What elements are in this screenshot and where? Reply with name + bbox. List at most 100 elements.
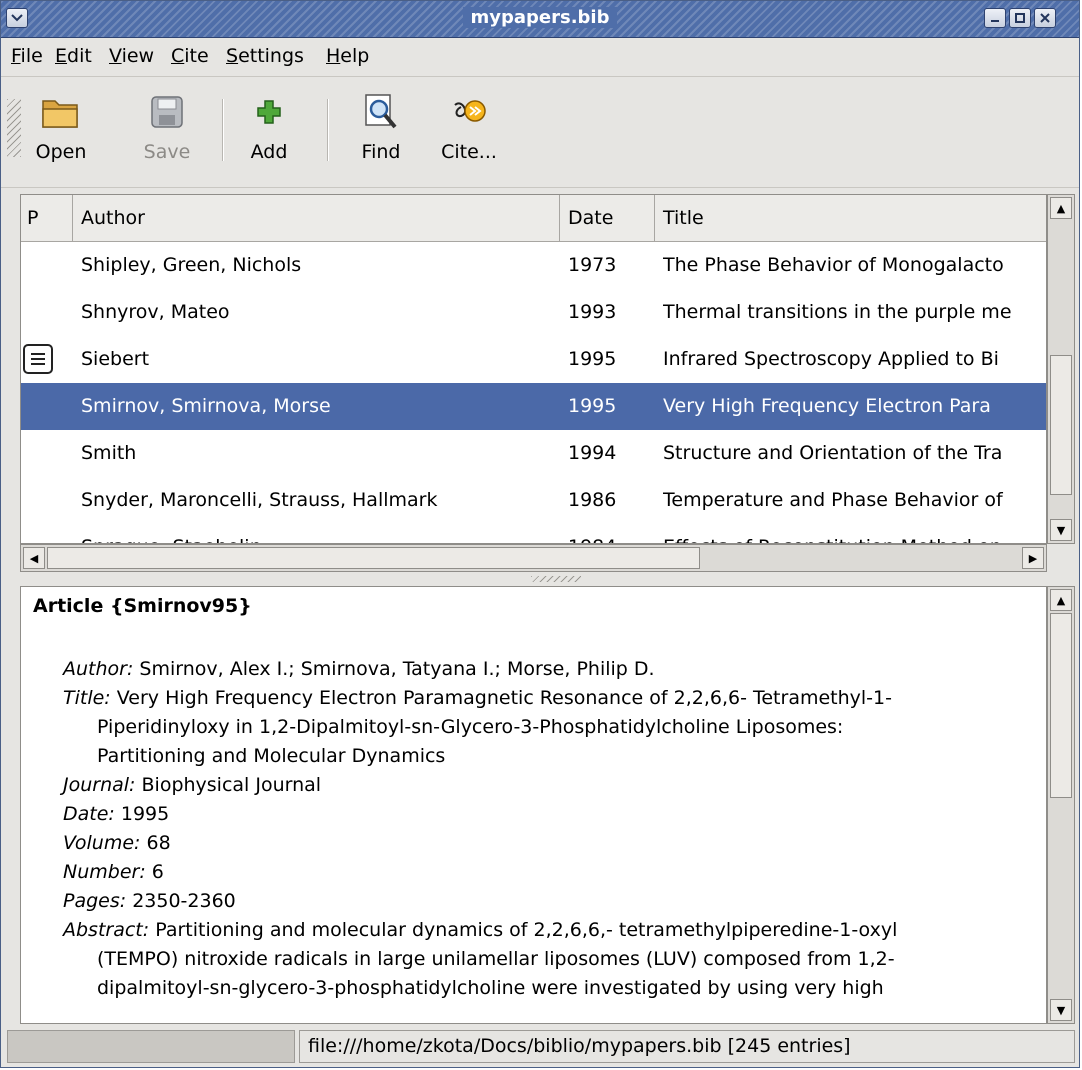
title-continuation: Partitioning and Molecular Dynamics [97, 745, 446, 767]
cite-label: Cite... [441, 141, 497, 163]
title-cell: Thermal transitions in the purple me [663, 301, 1012, 323]
scroll-down-button[interactable]: ▼ [1050, 519, 1072, 541]
author-cell: Shipley, Green, Nichols [81, 254, 302, 276]
floppy-disk-icon [151, 96, 183, 128]
table-row[interactable]: Smith 1994 Structure and Orientation of … [21, 430, 1046, 477]
arrow-up-icon: ▲ [1056, 593, 1066, 607]
pane-resize-handle[interactable] [531, 576, 581, 582]
status-bar-text: file:///home/zkota/Docs/biblio/mypapers.… [299, 1030, 1075, 1063]
scroll-right-button[interactable]: ▶ [1022, 547, 1044, 569]
date-cell: 1994 [568, 442, 617, 464]
status-progress-area [7, 1030, 295, 1063]
title-cell: Infrared Spectroscopy Applied to Bi [663, 348, 999, 370]
number-field: Number: 6 [63, 861, 164, 883]
title-cell: Structure and Orientation of the Tra [663, 442, 1003, 464]
menu-edit[interactable]: Edit [55, 45, 92, 67]
add-button[interactable]: Add [239, 89, 299, 163]
title-field: Title: Very High Frequency Electron Para… [63, 687, 892, 709]
chevron-down-icon [11, 14, 23, 22]
column-header-author[interactable]: Author [73, 195, 560, 242]
author-cell: Smith [81, 442, 137, 464]
scroll-up-button[interactable]: ▲ [1050, 589, 1072, 611]
menu-view[interactable]: View [109, 45, 154, 67]
arrow-down-icon: ▼ [1056, 1003, 1066, 1017]
date-cell: 1973 [568, 254, 617, 276]
scroll-down-button[interactable]: ▼ [1050, 999, 1072, 1021]
window-menu-button[interactable] [6, 8, 28, 28]
close-icon [1040, 13, 1050, 23]
author-cell: Sprague, Staehelin [81, 524, 551, 543]
abstract-continuation: (TEMPO) nitroxide radicals in large unil… [97, 948, 895, 970]
minimize-button[interactable] [984, 8, 1006, 28]
arrow-left-icon: ◀ [29, 551, 39, 565]
toolbar-separator [222, 99, 224, 161]
menu-cite[interactable]: Cite [171, 45, 209, 67]
abstract-field: Abstract: Partitioning and molecular dyn… [63, 919, 898, 941]
folder-icon [42, 100, 78, 128]
author-cell: Smirnov, Smirnova, Morse [81, 395, 331, 417]
pages-field: Pages: 2350-2360 [63, 890, 236, 912]
date-cell: 1995 [568, 348, 617, 370]
find-label: Find [361, 141, 401, 163]
entries-table: P Author Date Title Shipley, Green, Nich… [20, 194, 1047, 544]
arrow-right-icon: ▶ [1028, 551, 1038, 565]
table-row[interactable]: Snyder, Maroncelli, Strauss, Hallmark 19… [21, 477, 1046, 524]
author-cell: Siebert [81, 348, 150, 370]
magnifier-icon [365, 94, 397, 129]
toolbar: Open Save Add Find Cite... [1, 77, 1079, 188]
title-continuation: Piperidinyloxy in 1,2-Dipalmitoyl-sn-Gly… [97, 716, 844, 738]
minimize-icon [991, 20, 999, 22]
scroll-thumb[interactable] [47, 547, 700, 569]
open-button[interactable]: Open [31, 89, 91, 163]
volume-field: Volume: 68 [63, 832, 171, 854]
note-icon[interactable] [23, 344, 53, 374]
date-field: Date: 1995 [63, 803, 170, 825]
menu-settings[interactable]: Settings [226, 45, 304, 67]
column-header-p[interactable]: P [21, 195, 73, 242]
author-field: Author: Smirnov, Alex I.; Smirnova, Taty… [63, 658, 655, 680]
table-row-selected[interactable]: Smirnov, Smirnova, Morse 1995 Very High … [21, 383, 1046, 430]
toolbar-separator [327, 99, 329, 161]
plus-icon [257, 100, 281, 124]
table-row[interactable]: Shnyrov, Mateo 1993 Thermal transitions … [21, 289, 1046, 336]
table-vertical-scrollbar[interactable]: ▲ ▼ [1047, 194, 1075, 544]
maximize-button[interactable] [1009, 8, 1031, 28]
save-button[interactable]: Save [137, 89, 197, 163]
window-title: mypapers.bib [462, 7, 618, 28]
journal-field: Journal: Biophysical Journal [63, 774, 322, 796]
cite-button[interactable]: Cite... [429, 89, 509, 163]
abstract-continuation: dipalmitoyl-sn-glycero-3-phosphatidylcho… [97, 977, 884, 999]
date-cell: 1984 [568, 524, 648, 543]
maximize-icon [1015, 13, 1025, 23]
column-header-date[interactable]: Date [560, 195, 655, 242]
title-cell: Effects of Reconstitution Method on [663, 524, 1046, 543]
title-cell: Very High Frequency Electron Para [663, 395, 991, 417]
author-cell: Shnyrov, Mateo [81, 301, 230, 323]
date-cell: 1993 [568, 301, 617, 323]
title-bar[interactable]: mypapers.bib [1, 1, 1079, 38]
entry-heading: Article {Smirnov95} [33, 595, 252, 617]
title-cell: The Phase Behavior of Monogalacto [663, 254, 1004, 276]
open-label: Open [35, 141, 87, 163]
entry-detail-pane: Article {Smirnov95} Author: Smirnov, Ale… [20, 586, 1047, 1024]
column-header-title[interactable]: Title [655, 195, 1046, 242]
table-row[interactable]: Shipley, Green, Nichols 1973 The Phase B… [21, 242, 1046, 289]
detail-vertical-scrollbar[interactable]: ▲ ▼ [1047, 586, 1075, 1024]
add-label: Add [250, 141, 288, 163]
table-row[interactable]: Siebert 1995 Infrared Spectroscopy Appli… [21, 336, 1046, 383]
scroll-up-button[interactable]: ▲ [1050, 197, 1072, 219]
table-row[interactable]: Sprague, Staehelin 1984 Effects of Recon… [21, 524, 1046, 543]
title-cell: Temperature and Phase Behavior of [663, 489, 1003, 511]
menu-file[interactable]: File [11, 45, 43, 67]
scroll-thumb[interactable] [1050, 355, 1072, 495]
scroll-left-button[interactable]: ◀ [23, 547, 45, 569]
date-cell: 1995 [568, 395, 617, 417]
close-button[interactable] [1034, 8, 1056, 28]
save-label: Save [143, 141, 191, 163]
scroll-thumb[interactable] [1050, 613, 1072, 798]
menu-help[interactable]: Help [326, 45, 369, 67]
app-window: mypapers.bib File Edit View Cite Setting… [0, 0, 1080, 1068]
find-button[interactable]: Find [351, 89, 411, 163]
toolbar-grip[interactable] [7, 99, 21, 157]
table-horizontal-scrollbar[interactable]: ◀ ▶ [20, 544, 1047, 572]
